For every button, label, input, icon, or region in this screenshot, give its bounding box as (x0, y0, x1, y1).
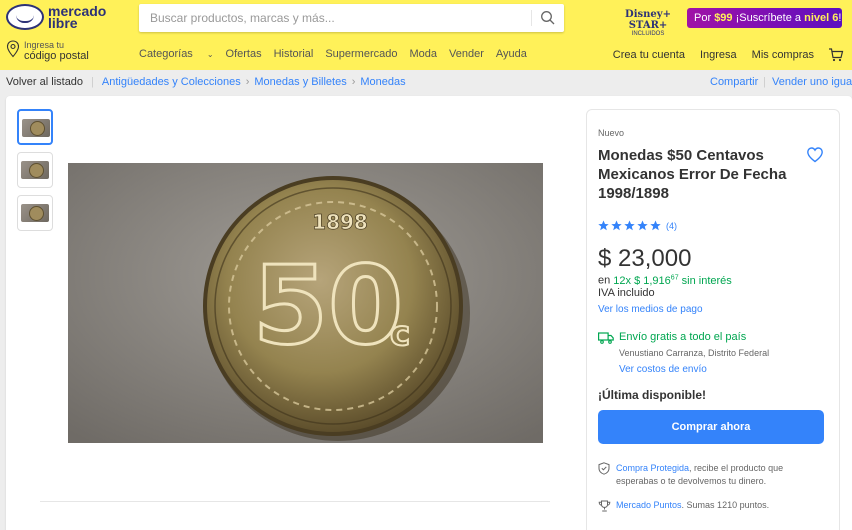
shipping-location: Venustiano Carranza, Distrito Federal (619, 348, 770, 358)
nav-item-ayuda[interactable]: Ayuda (496, 48, 527, 60)
sell-same-link[interactable]: Vender uno igual (772, 76, 852, 88)
promo-text: ¡Suscríbete a (732, 12, 805, 24)
thumbnail-image (22, 119, 50, 137)
location-label: Ingresa tu (24, 40, 65, 50)
nav-categorias-label: Categorías (139, 48, 193, 60)
installments: en 12x $ 1,91667 sin interés (598, 274, 732, 287)
location-selector[interactable]: Ingresa tu código postal (6, 40, 89, 62)
shield-icon (598, 462, 610, 475)
disney-star-badge[interactable]: Disney+ STAR+ INCLUIDOS (613, 9, 683, 37)
search-bar (139, 4, 564, 32)
main-product-image[interactable]: 1898 50 c (68, 163, 543, 443)
disney-star-subtitle: INCLUIDOS (631, 31, 665, 37)
search-divider (531, 10, 532, 26)
price: $ 23,000 (598, 245, 692, 272)
cart-icon[interactable] (828, 48, 844, 62)
breadcrumb-item-monedas-billetes[interactable]: Monedas y Billetes (254, 76, 346, 88)
disney-star-title: Disney+ STAR+ (625, 9, 671, 31)
nav-item-historial[interactable]: Historial (274, 48, 314, 60)
coin-year: 1898 (312, 210, 368, 234)
search-input[interactable] (139, 4, 519, 32)
truck-icon (598, 332, 614, 344)
purchase-protection: Compra Protegida, recibe el producto que… (616, 462, 816, 488)
buy-now-button[interactable]: Comprar ahora (598, 410, 824, 444)
header: mercado libre Disney+ STAR+ INCLUIDOS Po… (0, 0, 852, 70)
breadcrumb-separator: | (763, 76, 766, 88)
chevron-right-icon: › (351, 76, 356, 88)
installments-value: 12x $ 1,916 (613, 274, 671, 287)
nav-item-vender[interactable]: Vender (449, 48, 484, 60)
promo-price: $99 (714, 12, 733, 24)
breadcrumb-item-antiguedades[interactable]: Antigüedades y Colecciones (102, 76, 241, 88)
trophy-icon (598, 500, 611, 512)
nav-item-ofertas[interactable]: Ofertas (226, 48, 262, 60)
location-value: código postal (24, 50, 89, 62)
logo-text: mercado libre (48, 4, 108, 30)
free-shipping-text: Envío gratis a todo el país (619, 331, 747, 343)
iva-note: IVA incluido (598, 287, 655, 299)
rating-count: (4) (666, 220, 677, 231)
chevron-down-icon: ⌄ (206, 50, 214, 59)
location-pin-icon (6, 40, 20, 58)
buy-box: Nuevo Monedas $50 Centavos Mexicanos Err… (586, 109, 840, 530)
product-title: Monedas $50 Centavos Mexicanos Error De … (598, 147, 787, 202)
my-purchases-link[interactable]: Mis compras (752, 49, 814, 61)
create-account-link[interactable]: Crea tu cuenta (613, 49, 685, 61)
stock-status: ¡Última disponible! (598, 388, 706, 402)
coin-value: 50 (253, 244, 403, 369)
coin-photo: 1898 50 c (68, 163, 543, 443)
promo-suffix: ! (838, 12, 842, 24)
promo-prefix: Por (694, 12, 715, 24)
nav-item-supermercado[interactable]: Supermercado (325, 48, 397, 60)
gallery-thumbnail-2[interactable] (17, 152, 53, 188)
shipping-costs-link[interactable]: Ver costos de envío (619, 364, 707, 375)
user-nav: Crea tu cuenta Ingresa Mis compras (598, 48, 844, 62)
installments-cents: 67 (670, 274, 679, 281)
subscription-promo-banner[interactable]: Por $99 ¡Suscríbete a nivel 6! (687, 8, 842, 28)
item-condition: Nuevo (598, 128, 625, 138)
mercadolibre-logo[interactable]: mercado libre (6, 4, 108, 30)
main-nav: Categorías ⌄ Ofertas Historial Supermerca… (139, 48, 539, 60)
gallery-thumbnail-3[interactable] (17, 195, 53, 231)
promo-level: nivel 6 (804, 12, 839, 24)
rating[interactable]: (4) (598, 220, 677, 231)
breadcrumb-separator: | (91, 76, 94, 88)
product-card: 1898 50 c Nuevo Monedas $50 Centavos Mex… (6, 96, 852, 530)
installments-suffix: sin interés (678, 274, 732, 287)
handshake-logo-icon (6, 4, 44, 30)
share-link[interactable]: Compartir (710, 76, 758, 88)
installments-prefix: en (598, 274, 614, 287)
nav-item-categorias[interactable]: Categorías ⌄ (139, 48, 214, 60)
loyalty-points: Mercado Puntos. Sumas 1210 puntos. (616, 500, 769, 510)
chevron-right-icon: › (245, 76, 250, 88)
back-to-list-link[interactable]: Volver al listado (6, 76, 83, 88)
mercado-points-link[interactable]: Mercado Puntos (616, 500, 682, 510)
nav-item-moda[interactable]: Moda (409, 48, 437, 60)
thumbnail-image (21, 161, 49, 179)
search-icon[interactable] (540, 10, 556, 26)
payment-methods-link[interactable]: Ver los medios de pago (598, 304, 703, 315)
section-divider (40, 501, 550, 502)
purchase-protection-link[interactable]: Compra Protegida (616, 463, 689, 473)
breadcrumb-item-monedas[interactable]: Monedas (360, 76, 405, 88)
star-rating-icon (598, 220, 661, 231)
points-text: . Sumas 1210 puntos. (681, 500, 770, 510)
coin-unit: c (390, 314, 410, 354)
login-link[interactable]: Ingresa (700, 49, 737, 61)
installments-amount: 12x $ 1,91667 sin interés (613, 274, 732, 287)
heart-icon[interactable] (806, 146, 824, 164)
thumbnail-image (21, 204, 49, 222)
gallery-thumbnail-1[interactable] (17, 109, 53, 145)
breadcrumb: Volver al listado | Antigüedades y Colec… (6, 76, 406, 88)
